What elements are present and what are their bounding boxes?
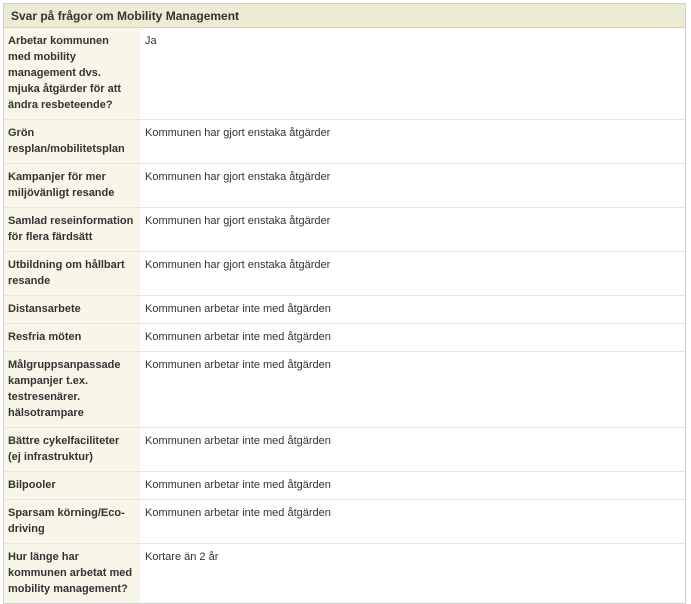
table-row: Bilpooler Kommunen arbetar inte med åtgär… (4, 471, 685, 500)
table-row: Arbetar kommunen med mobility management… (4, 28, 685, 120)
answer-cell: Kommunen har gjort enstaka åtgärder (140, 163, 685, 208)
answer-cell: Kommunen har gjort enstaka åtgärder (140, 119, 685, 164)
question-cell: Sparsam körning/Eco-driving (4, 499, 140, 544)
qa-table: Arbetar kommunen med mobility management… (4, 28, 685, 603)
question-cell: Bättre cykelfaciliteter (ej infrastruktu… (4, 427, 140, 472)
table-row: Distansarbete Kommunen arbetar inte med å… (4, 295, 685, 324)
answer-cell: Kommunen arbetar inte med åtgärden (140, 295, 685, 324)
answer-cell: Kortare än 2 år (140, 543, 685, 603)
table-row: Kampanjer för mer miljövänligt resande Ko… (4, 163, 685, 208)
panel-title: Svar på frågor om Mobility Management (4, 4, 685, 28)
table-row: Grön resplan/mobilitetsplan Kommunen har … (4, 119, 685, 164)
table-row: Sparsam körning/Eco-driving Kommunen arbe… (4, 499, 685, 544)
table-row: Samlad reseinformation för flera färdsät… (4, 207, 685, 252)
question-cell: Resfria möten (4, 323, 140, 352)
question-cell: Målgruppsanpassade kampanjer t.ex. testr… (4, 351, 140, 428)
table-row: Bättre cykelfaciliteter (ej infrastruktu… (4, 427, 685, 472)
table-row: Målgruppsanpassade kampanjer t.ex. testr… (4, 351, 685, 428)
question-cell: Kampanjer för mer miljövänligt resande (4, 163, 140, 208)
question-cell: Arbetar kommunen med mobility management… (4, 28, 140, 120)
answer-cell: Kommunen har gjort enstaka åtgärder (140, 251, 685, 296)
question-cell: Samlad reseinformation för flera färdsät… (4, 207, 140, 252)
question-cell: Utbildning om hållbart resande (4, 251, 140, 296)
answer-cell: Kommunen har gjort enstaka åtgärder (140, 207, 685, 252)
question-cell: Grön resplan/mobilitetsplan (4, 119, 140, 164)
question-cell: Bilpooler (4, 471, 140, 500)
question-cell: Distansarbete (4, 295, 140, 324)
table-row: Hur länge har kommunen arbetat med mobil… (4, 543, 685, 603)
answer-cell: Kommunen arbetar inte med åtgärden (140, 499, 685, 544)
qa-table-body: Arbetar kommunen med mobility management… (4, 28, 685, 603)
answer-cell: Kommunen arbetar inte med åtgärden (140, 427, 685, 472)
question-cell: Hur länge har kommunen arbetat med mobil… (4, 543, 140, 603)
answer-cell: Kommunen arbetar inte med åtgärden (140, 351, 685, 428)
table-row: Utbildning om hållbart resande Kommunen h… (4, 251, 685, 296)
table-row: Resfria möten Kommunen arbetar inte med å… (4, 323, 685, 352)
answer-cell: Kommunen arbetar inte med åtgärden (140, 323, 685, 352)
answer-cell: Ja (140, 28, 685, 120)
mobility-management-panel: Svar på frågor om Mobility Management Ar… (3, 3, 686, 604)
answer-cell: Kommunen arbetar inte med åtgärden (140, 471, 685, 500)
